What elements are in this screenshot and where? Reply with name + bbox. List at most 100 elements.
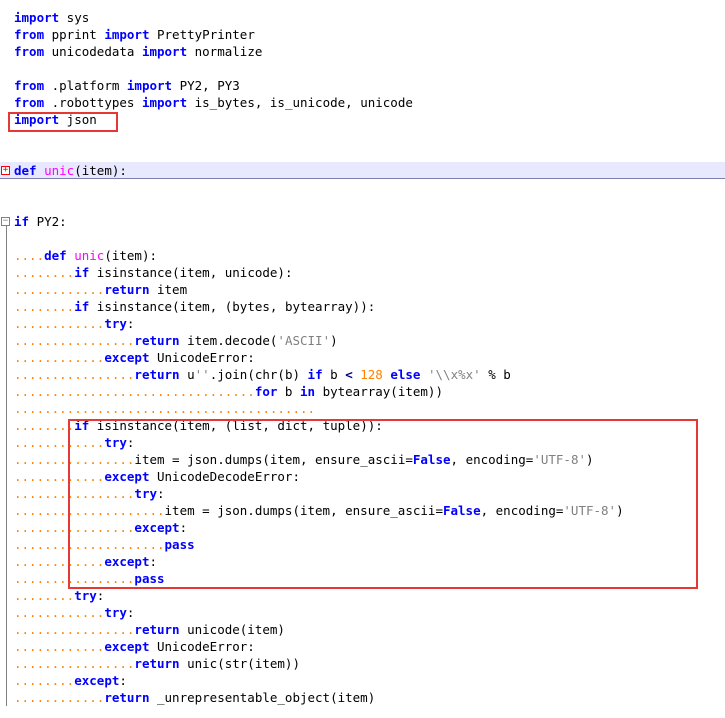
code-token: if [74, 299, 90, 314]
code-line[interactable]: ................................for b in… [0, 383, 725, 400]
code-line[interactable]: ....def unic(item): [0, 247, 725, 264]
code-line[interactable]: from .robottypes import is_bytes, is_uni… [0, 94, 725, 111]
fold-collapse-icon[interactable]: − [1, 217, 10, 226]
code-token: unicode(item) [179, 622, 285, 637]
fold-line [6, 226, 7, 706]
code-line[interactable] [0, 145, 725, 162]
code-line[interactable]: ................return unic(str(item)) [0, 655, 725, 672]
code-line[interactable]: from .platform import PY2, PY3 [0, 77, 725, 94]
code-token: for [254, 384, 278, 399]
code-token: import [141, 95, 188, 110]
code-token: : [96, 588, 105, 603]
code-token: ........ [14, 588, 75, 603]
code-text: ....def unic(item): [14, 247, 157, 264]
code-line[interactable]: ............return _unrepresentable_obje… [0, 689, 725, 706]
code-line[interactable]: def unic(item): [0, 162, 725, 179]
code-line[interactable]: ................return unicode(item) [0, 621, 725, 638]
code-line[interactable]: ................return item.decode('ASCI… [0, 332, 725, 349]
code-token: ........ [14, 265, 75, 280]
code-token: is_bytes, is_unicode, unicode [187, 95, 413, 110]
code-text: ............try: [14, 604, 134, 621]
code-token: normalize [187, 44, 263, 59]
code-token: ............ [14, 605, 105, 620]
code-token: from [14, 95, 45, 110]
code-token: ................ [14, 367, 135, 382]
code-token: PrettyPrinter [149, 27, 255, 42]
code-line[interactable]: ............return item [0, 281, 725, 298]
code-token: return [134, 367, 180, 382]
code-line[interactable]: ................return u''.join(chr(b) i… [0, 366, 725, 383]
code-line[interactable]: if PY2: [0, 213, 725, 230]
code-token: bytearray(item)) [315, 384, 443, 399]
highlight-json-block [68, 419, 698, 589]
code-token: u [179, 367, 195, 382]
code-token: ........ [14, 299, 75, 314]
code-text: ................return item.decode('ASCI… [14, 332, 338, 349]
code-line[interactable]: ............try: [0, 604, 725, 621]
code-text: ............return item [14, 281, 187, 298]
code-token: unic(str(item)) [179, 656, 300, 671]
code-text: from unicodedata import normalize [14, 43, 262, 60]
code-token: pprint [44, 27, 105, 42]
code-token: '\\x%x' [428, 367, 481, 382]
code-token: isinstance(item, (bytes, bytearray)): [89, 299, 376, 314]
code-token: : [126, 316, 135, 331]
code-line[interactable]: ........try: [0, 587, 725, 604]
code-text: def unic(item): [14, 162, 127, 179]
code-token: return [134, 333, 180, 348]
code-line[interactable]: ........if isinstance(item, unicode): [0, 264, 725, 281]
fold-expand-icon[interactable]: + [1, 166, 10, 175]
code-line[interactable]: ........if isinstance(item, (bytes, byte… [0, 298, 725, 315]
code-line[interactable]: ............except UnicodeError: [0, 638, 725, 655]
code-token: .platform [44, 78, 127, 93]
code-token: return [134, 622, 180, 637]
code-text: ........except: [14, 672, 127, 689]
code-token: sys [59, 10, 90, 25]
code-line[interactable] [0, 60, 725, 77]
code-token: if [14, 214, 30, 229]
code-line[interactable]: ........except: [0, 672, 725, 689]
code-text: import sys [14, 9, 89, 26]
code-line[interactable]: import sys [0, 9, 725, 26]
code-token: import [141, 44, 188, 59]
code-text: from .platform import PY2, PY3 [14, 77, 240, 94]
code-text: ................return unic(str(item)) [14, 655, 300, 672]
code-token: return [104, 690, 150, 705]
code-token: : [126, 605, 135, 620]
code-line[interactable] [0, 196, 725, 213]
code-token: ............ [14, 639, 105, 654]
code-line[interactable]: ............try: [0, 315, 725, 332]
code-token: def [44, 248, 67, 263]
code-line[interactable]: from pprint import PrettyPrinter [0, 26, 725, 43]
code-token: except [74, 673, 120, 688]
code-text: ........if isinstance(item, unicode): [14, 264, 292, 281]
code-text: ................................for b in… [14, 383, 443, 400]
code-token: try [104, 605, 127, 620]
code-token: % b [480, 367, 511, 382]
code-line[interactable]: from unicodedata import normalize [0, 43, 725, 60]
code-token: (item): [74, 163, 127, 178]
code-line[interactable]: ........................................ [0, 400, 725, 417]
code-token: 'ASCII' [277, 333, 331, 348]
code-text: ........................................ [14, 400, 315, 417]
code-text: ................return u''.join(chr(b) i… [14, 366, 511, 383]
highlight-import-json [8, 112, 118, 132]
code-token: ............ [14, 316, 105, 331]
code-token: return [134, 656, 180, 671]
code-token: import [126, 78, 173, 93]
code-line[interactable] [0, 230, 725, 247]
code-text: ................return unicode(item) [14, 621, 285, 638]
code-token: except [104, 639, 150, 654]
code-token: unic [44, 163, 75, 178]
code-token: ................ [14, 656, 135, 671]
code-text: ............except UnicodeError: [14, 638, 255, 655]
code-token: ............ [14, 350, 105, 365]
code-text: from .robottypes import is_bytes, is_uni… [14, 94, 413, 111]
code-text: ........if isinstance(item, (bytes, byte… [14, 298, 375, 315]
code-token: UnicodeError: [149, 639, 255, 654]
code-line[interactable]: ............except UnicodeError: [0, 349, 725, 366]
code-token: ........ [14, 418, 75, 433]
code-text: if PY2: [14, 213, 67, 230]
code-line[interactable] [0, 179, 725, 196]
